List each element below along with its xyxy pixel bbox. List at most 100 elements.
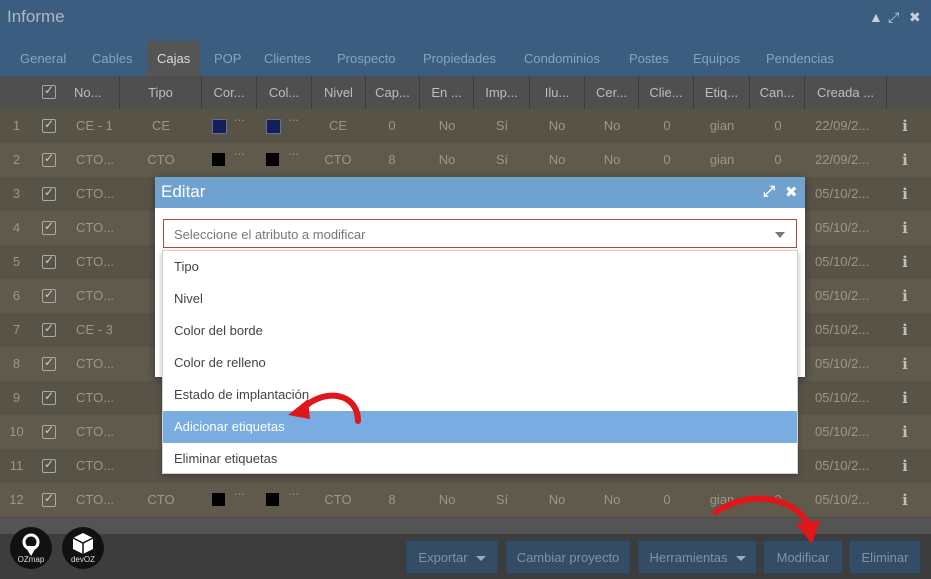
expand-icon[interactable]: ⤢ <box>763 183 775 200</box>
chevron-down-icon <box>475 556 486 562</box>
dropdown-option[interactable]: Eliminar etiquetas <box>163 443 797 475</box>
row-checkbox[interactable] <box>42 151 56 167</box>
column-header[interactable]: Creada ... <box>805 76 887 109</box>
column-header[interactable]: Etiq... <box>694 76 750 109</box>
attribute-select[interactable]: Seleccione el atributo a modificar <box>163 219 797 248</box>
row-checkbox[interactable] <box>42 423 56 439</box>
cell-name: CE - 1 <box>76 118 113 133</box>
cell-clie: 0 <box>663 492 671 507</box>
modify-button-label: Modificar <box>776 550 830 565</box>
close-icon[interactable]: ✖ <box>909 9 921 26</box>
row-checkbox[interactable] <box>42 253 56 269</box>
dialog-close-icon[interactable]: ✖ <box>785 183 798 201</box>
tools-button-label: Herramientas <box>649 550 728 565</box>
cell-cer: No <box>603 118 621 133</box>
row-checkbox[interactable] <box>42 321 56 337</box>
select-all-checkbox[interactable] <box>42 83 56 99</box>
tab-postes[interactable]: Postes <box>619 41 679 76</box>
color-swatch <box>266 119 281 134</box>
info-icon[interactable]: i <box>900 177 910 211</box>
maximize-icon[interactable]: ⤢ <box>888 9 899 26</box>
export-button[interactable]: Exportar <box>406 540 498 574</box>
column-header[interactable]: Ilu... <box>530 76 585 109</box>
row-checkbox[interactable] <box>42 219 56 235</box>
table-row[interactable]: 2 CTO... CTO CTO 8 No Sí No No 0 gian 0...... 22/09/… <box>0 143 931 177</box>
delete-button[interactable]: Eliminar <box>849 540 921 574</box>
cell-name: CTO... <box>76 288 115 303</box>
color-ellipsis: ... <box>288 109 299 124</box>
tab-condominios[interactable]: Condominios <box>514 41 610 76</box>
info-icon[interactable]: i <box>900 143 910 177</box>
tab-equipos[interactable]: Equipos <box>683 41 750 76</box>
row-checkbox[interactable] <box>42 389 56 405</box>
row-checkbox[interactable] <box>42 117 56 133</box>
column-header[interactable]: Clie... <box>639 76 694 109</box>
cell-en: No <box>438 492 456 507</box>
cell-imp: Sí <box>495 152 509 167</box>
column-header[interactable]: Cap... <box>366 76 420 109</box>
tab-prospecto[interactable]: Prospecto <box>327 41 406 76</box>
cell-cap: 8 <box>388 152 396 167</box>
ozmap-logo-text: OZmap <box>17 555 45 564</box>
tab-general[interactable]: General <box>10 41 76 76</box>
tab-cables[interactable]: Cables <box>82 41 142 76</box>
dropdown-option[interactable]: Nivel <box>163 283 797 315</box>
cell-imp: Sí <box>495 118 509 133</box>
row-number: 4 <box>12 220 21 235</box>
column-header[interactable]: Can... <box>750 76 805 109</box>
cell-clie: 0 <box>663 152 671 167</box>
info-icon[interactable]: i <box>900 245 910 279</box>
row-checkbox[interactable] <box>42 457 56 473</box>
cell-created: 22/09/2... <box>815 118 870 133</box>
cell-name: CTO... <box>76 458 115 473</box>
dropdown-option[interactable]: Color de relleno <box>163 347 797 379</box>
collapse-icon[interactable]: ▲ <box>869 9 883 25</box>
change-project-button[interactable]: Cambiar proyecto <box>506 540 630 574</box>
column-header[interactable]: Col... <box>257 76 312 109</box>
info-icon[interactable]: i <box>900 381 910 415</box>
cell-name: CTO... <box>76 220 115 235</box>
cell-tipo: CTO <box>147 492 175 507</box>
cell-nivel: CTO <box>324 152 352 167</box>
row-checkbox[interactable] <box>42 355 56 371</box>
row-checkbox[interactable] <box>42 491 56 507</box>
column-header[interactable]: Cor... <box>202 76 257 109</box>
window-title: Informe <box>7 7 65 26</box>
column-header[interactable]: Cer... <box>585 76 639 109</box>
cell-ilu: No <box>548 492 566 507</box>
tab-pop[interactable]: POP <box>204 41 251 76</box>
info-icon[interactable]: i <box>900 279 910 313</box>
info-icon[interactable]: i <box>900 109 910 143</box>
info-icon[interactable]: i <box>900 415 910 449</box>
dropdown-option[interactable]: Adicionar etiquetas <box>163 411 797 443</box>
cell-clie: 0 <box>663 118 671 133</box>
tab-pendencias[interactable]: Pendencias <box>756 41 844 76</box>
cell-imp: Sí <box>495 492 509 507</box>
dropdown-option[interactable]: Tipo <box>163 251 797 283</box>
color-swatch <box>212 493 225 506</box>
cell-cap: 8 <box>388 492 396 507</box>
tab-propiedades[interactable]: Propiedades <box>413 41 506 76</box>
row-checkbox[interactable] <box>42 287 56 303</box>
dropdown-option[interactable]: Estado de implantación <box>163 379 797 411</box>
column-header[interactable]: Imp... <box>474 76 530 109</box>
info-icon[interactable]: i <box>900 483 910 517</box>
cell-created: 05/10/2... <box>815 322 870 337</box>
info-icon[interactable]: i <box>900 313 910 347</box>
table-row[interactable]: 1 CE - 1 CE CE 0 No Sí No No 0 gian 0...... 22/09/2.… <box>0 109 931 143</box>
column-header[interactable]: En ... <box>420 76 474 109</box>
dropdown-option[interactable]: Color del borde <box>163 315 797 347</box>
info-icon[interactable]: i <box>900 211 910 245</box>
column-header[interactable]: Nivel <box>312 76 366 109</box>
row-checkbox[interactable] <box>42 185 56 201</box>
tab-clientes[interactable]: Clientes <box>254 41 321 76</box>
cell-name: CE - 3 <box>76 322 113 337</box>
column-header[interactable]: Tipo <box>120 76 202 109</box>
tab-cajas[interactable]: Cajas <box>147 41 201 76</box>
info-icon[interactable]: i <box>900 449 910 483</box>
info-icon[interactable]: i <box>900 347 910 381</box>
cell-nivel: CE <box>328 118 348 133</box>
cell-created: 05/10/2... <box>815 254 870 269</box>
cell-en: No <box>438 152 456 167</box>
column-header[interactable]: No... <box>68 76 120 109</box>
